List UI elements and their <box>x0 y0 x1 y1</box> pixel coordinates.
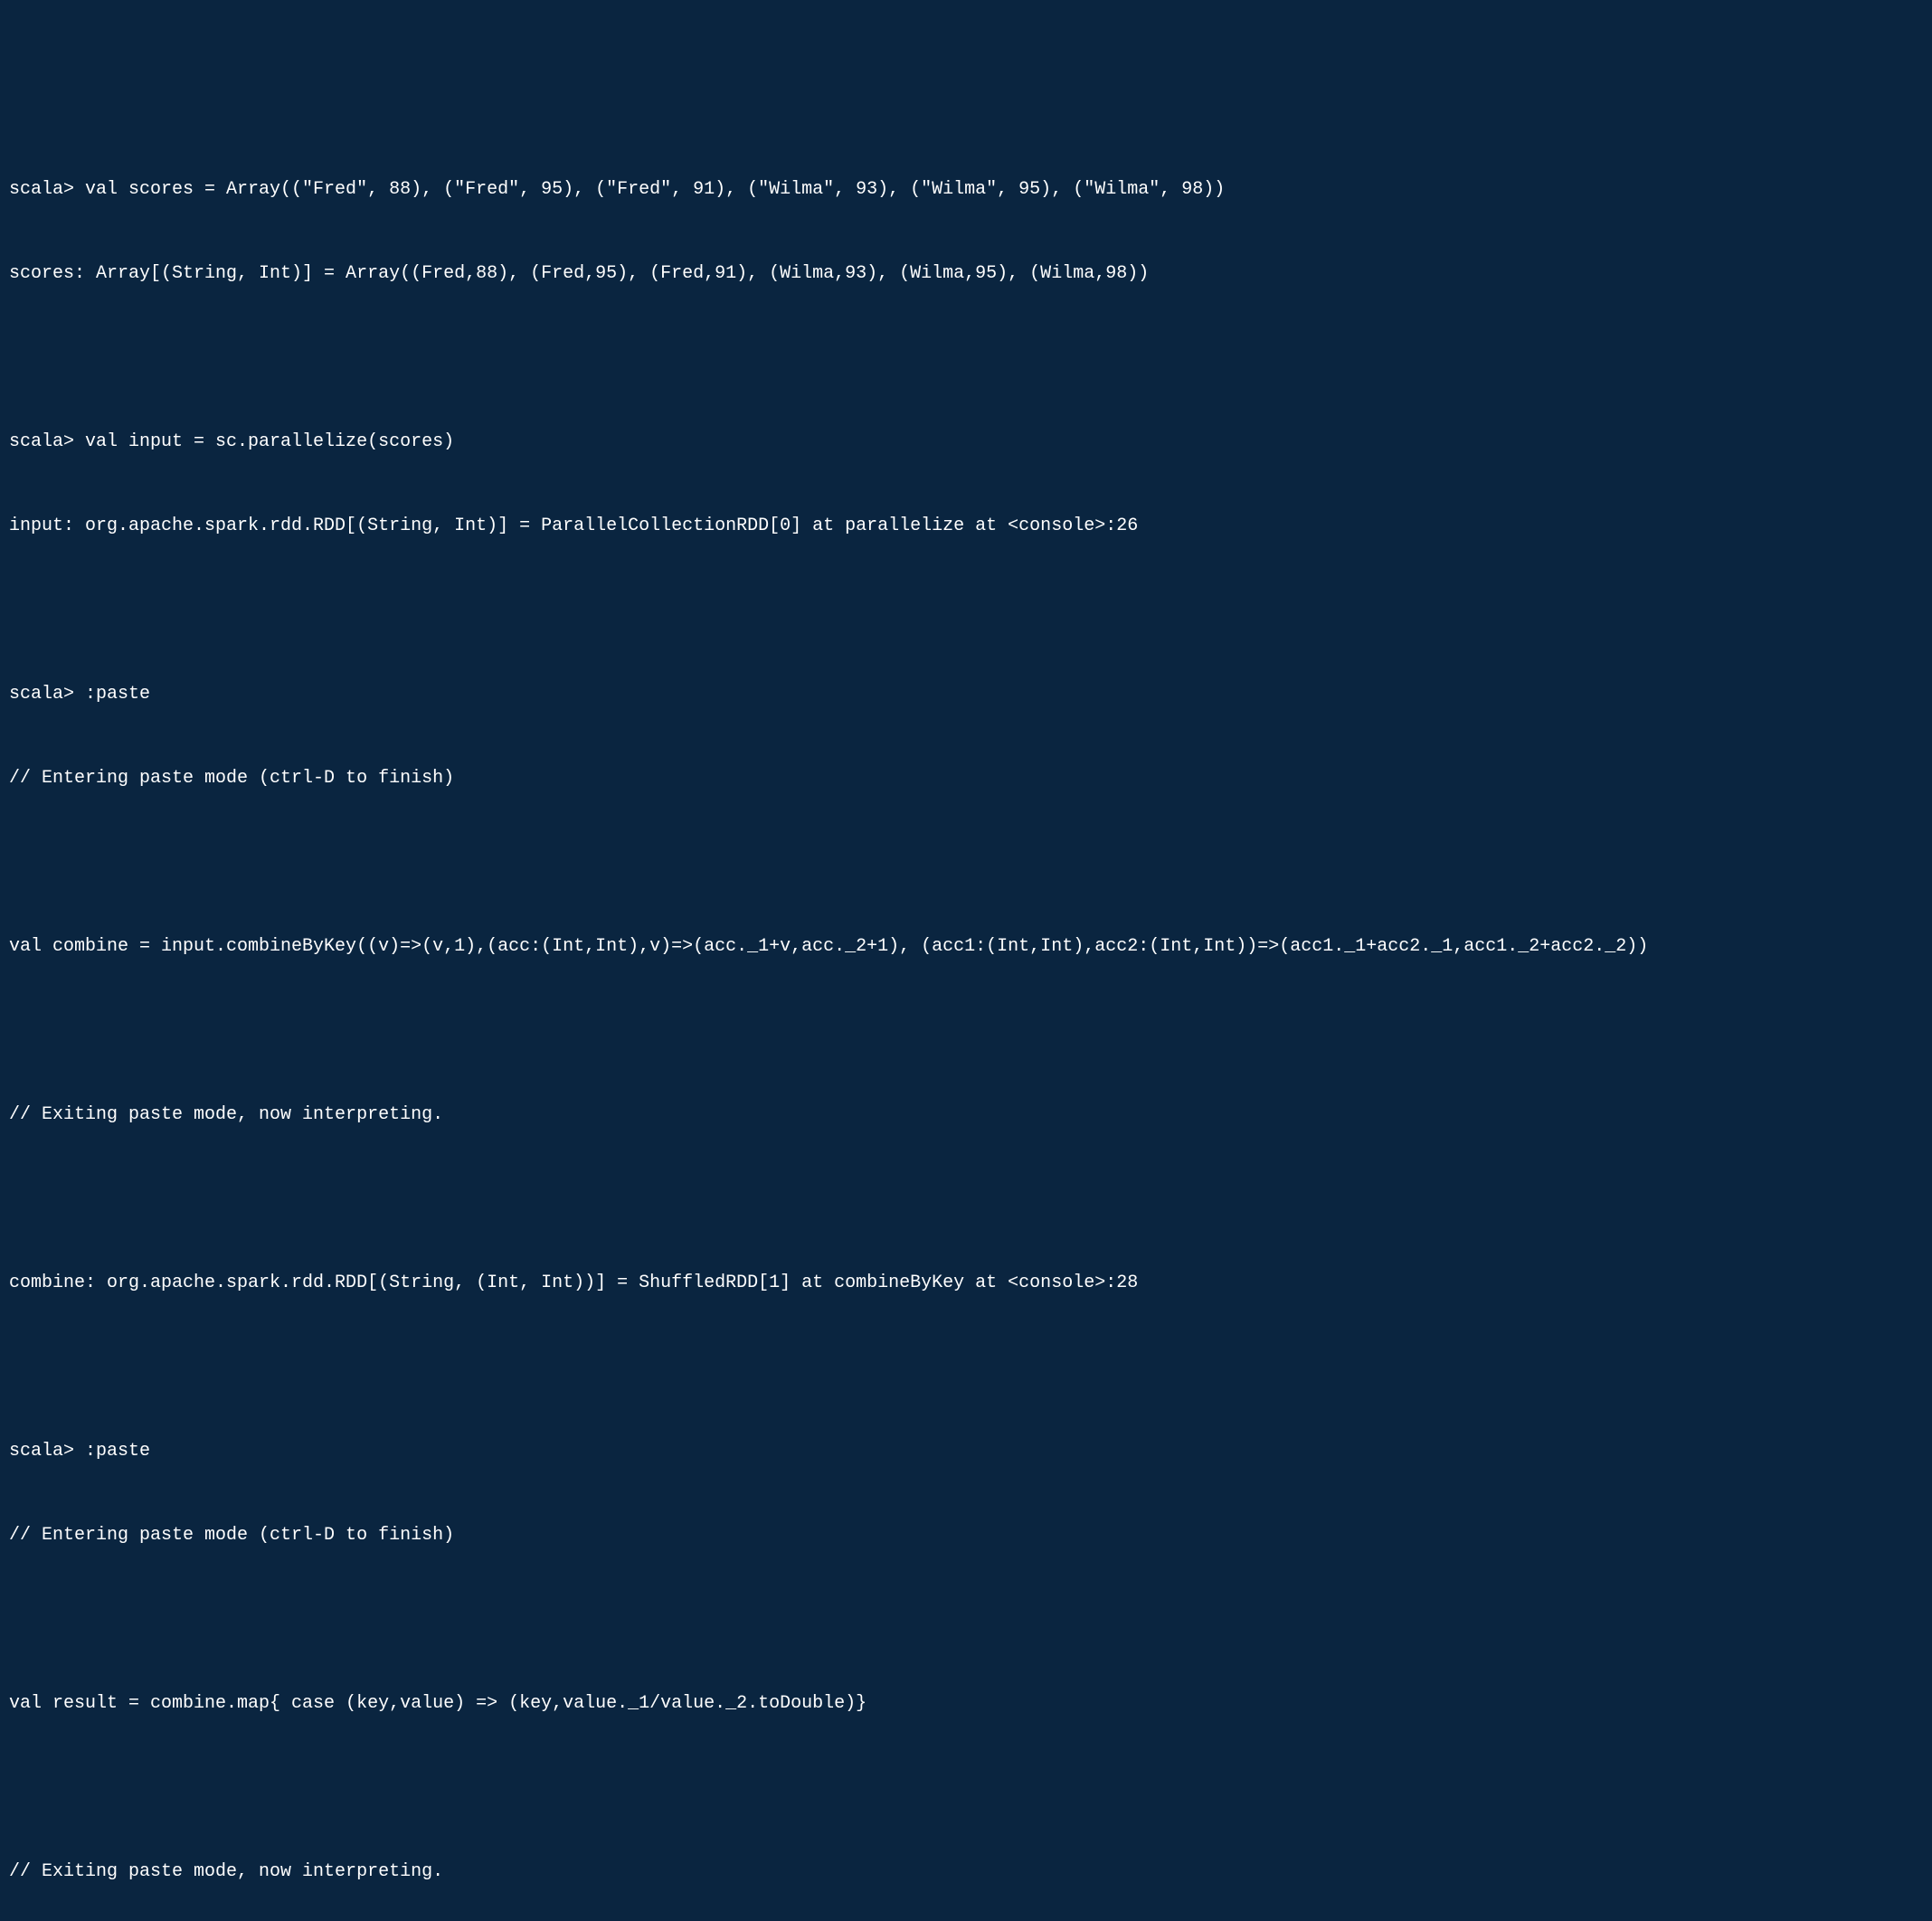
terminal-line: scala> val input = sc.parallelize(scores… <box>9 428 1923 456</box>
terminal-output[interactable]: scala> val scores = Array(("Fred", 88), … <box>9 119 1923 1921</box>
terminal-line: scala> :paste <box>9 1437 1923 1465</box>
terminal-line: scala> :paste <box>9 680 1923 708</box>
terminal-line <box>9 344 1923 372</box>
terminal-line: // Entering paste mode (ctrl-D to finish… <box>9 1521 1923 1549</box>
terminal-line <box>9 596 1923 624</box>
terminal-line: input: org.apache.spark.rdd.RDD[(String,… <box>9 512 1923 540</box>
terminal-line: // Entering paste mode (ctrl-D to finish… <box>9 764 1923 792</box>
terminal-line <box>9 1605 1923 1633</box>
terminal-line: // Exiting paste mode, now interpreting. <box>9 1101 1923 1129</box>
terminal-line: scores: Array[(String, Int)] = Array((Fr… <box>9 260 1923 288</box>
terminal-line: scala> val scores = Array(("Fred", 88), … <box>9 175 1923 203</box>
terminal-line: combine: org.apache.spark.rdd.RDD[(Strin… <box>9 1269 1923 1297</box>
terminal-line <box>9 1017 1923 1045</box>
terminal-line: val combine = input.combineByKey((v)=>(v… <box>9 932 1923 960</box>
terminal-line <box>9 1185 1923 1213</box>
terminal-line <box>9 1774 1923 1802</box>
terminal-line: // Exiting paste mode, now interpreting. <box>9 1858 1923 1886</box>
terminal-line <box>9 1353 1923 1381</box>
terminal-line <box>9 848 1923 876</box>
terminal-line: val result = combine.map{ case (key,valu… <box>9 1689 1923 1718</box>
